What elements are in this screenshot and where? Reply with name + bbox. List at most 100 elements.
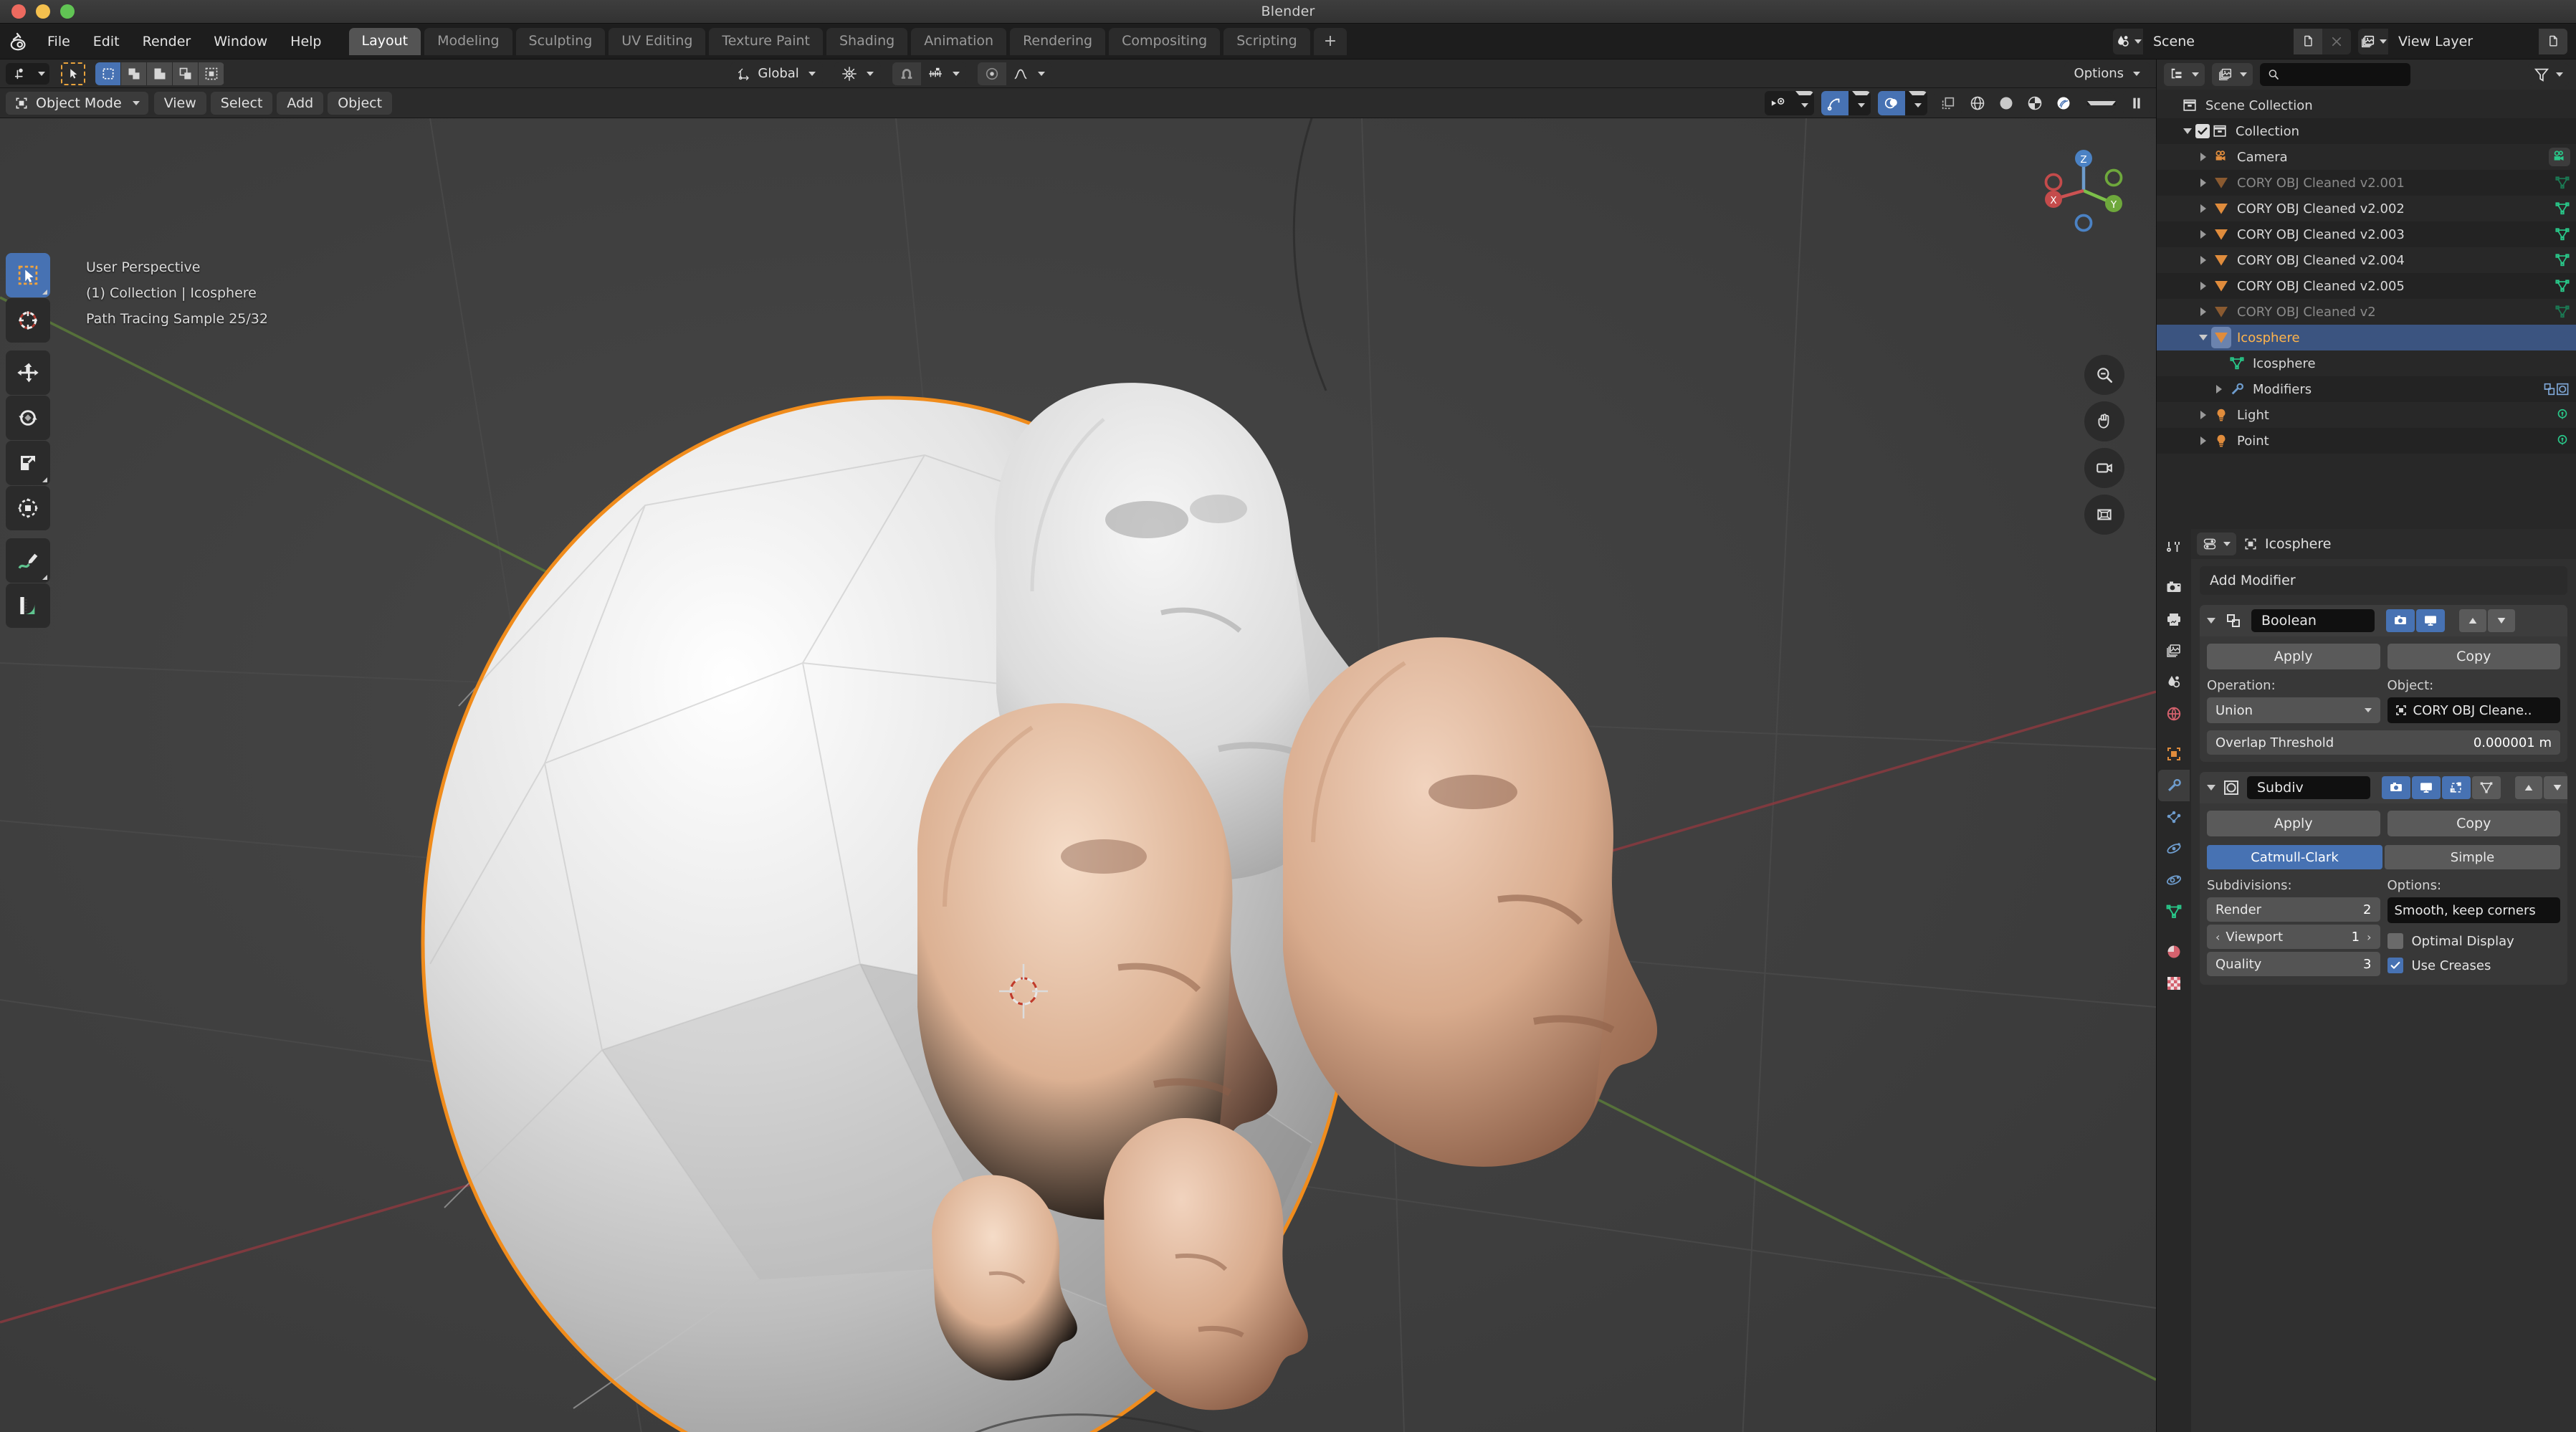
editor-type-selector[interactable] <box>6 62 49 85</box>
decrement-icon[interactable]: ‹ <box>2215 930 2220 944</box>
outliner-row[interactable]: Point <box>2157 428 2576 454</box>
outliner-row[interactable]: CORY OBJ Cleaned v2.004 <box>2157 247 2576 273</box>
outliner-filter-button[interactable] <box>2528 63 2569 86</box>
menu-file[interactable]: File <box>36 29 82 54</box>
outliner-row[interactable]: Icosphere <box>2157 350 2576 376</box>
expand-icon[interactable] <box>2195 204 2211 213</box>
simple-option[interactable]: Simple <box>2385 845 2560 869</box>
optimal-display-row[interactable]: Optimal Display <box>2387 929 2561 953</box>
mesh-data-icon[interactable] <box>2554 252 2570 268</box>
object-visibility-selector[interactable] <box>1765 90 1814 115</box>
subtract-select-mode-icon[interactable] <box>147 62 173 85</box>
solid-shading-icon[interactable] <box>1998 95 2026 112</box>
outliner-row-selected[interactable]: Icosphere <box>2157 325 2576 350</box>
toggle-perspective-icon[interactable] <box>2084 495 2124 535</box>
workspace-tab-layout[interactable]: Layout <box>348 27 421 55</box>
properties-tab-physics-properties[interactable] <box>2158 833 2190 864</box>
workspace-tab-shading[interactable]: Shading <box>826 27 908 55</box>
shading-mode-group[interactable] <box>1969 90 2116 115</box>
chevron-down-icon[interactable] <box>1852 90 1871 115</box>
properties-tab-tool-properties[interactable] <box>2158 532 2190 563</box>
rendered-shading-icon[interactable] <box>2055 95 2084 112</box>
workspace-tab-modeling[interactable]: Modeling <box>424 27 512 55</box>
snap-to-selector[interactable] <box>920 62 966 85</box>
3d-viewport[interactable]: User Perspective (1) Collection | Icosph… <box>0 118 2156 1432</box>
expand-icon[interactable] <box>2195 282 2211 290</box>
pause-render-icon[interactable] <box>2123 91 2150 115</box>
collapse-icon[interactable] <box>2195 335 2211 340</box>
zoom-icon[interactable] <box>2084 355 2124 395</box>
properties-tab-object-data-properties[interactable] <box>2158 896 2190 927</box>
outliner-row[interactable]: Light <box>2157 402 2576 428</box>
expand-icon[interactable] <box>2207 618 2215 624</box>
expand-icon[interactable] <box>2195 230 2211 239</box>
transform-orientation-selector[interactable]: Global <box>730 62 823 85</box>
move-modifier-down-button[interactable] <box>2544 776 2567 799</box>
workspace-tab-animation[interactable]: Animation <box>911 27 1007 55</box>
intersect-select-mode-icon[interactable] <box>199 62 224 85</box>
properties-tab-modifier-properties[interactable] <box>2158 770 2190 801</box>
apply-modifier-button[interactable]: Apply <box>2207 811 2380 836</box>
quality-field[interactable]: Quality 3 <box>2207 952 2380 976</box>
menu-window[interactable]: Window <box>202 29 279 54</box>
scene-name[interactable]: Scene <box>2143 28 2294 54</box>
proportional-editing-icon[interactable] <box>977 62 1006 85</box>
properties-tab-particles-properties[interactable] <box>2158 801 2190 833</box>
pivot-point-selector[interactable] <box>834 62 881 85</box>
workspace-tab-sculpting[interactable]: Sculpting <box>515 27 606 55</box>
blender-logo-icon[interactable] <box>7 29 32 54</box>
properties-tab-world-properties[interactable] <box>2158 698 2190 730</box>
snap-magnet-icon[interactable] <box>892 62 921 85</box>
copy-modifier-button[interactable]: Copy <box>2387 644 2560 669</box>
navigation-gizmo[interactable]: Z Y X <box>2030 137 2137 244</box>
viewport-toggle-icon[interactable] <box>2416 609 2445 632</box>
expand-icon[interactable] <box>2207 785 2215 791</box>
viewport-menu-object[interactable]: Object <box>328 91 393 115</box>
optimal-display-checkbox[interactable] <box>2387 933 2403 949</box>
increment-icon[interactable]: › <box>2367 930 2371 944</box>
active-tool-icon[interactable] <box>61 62 85 85</box>
viewport-menu-add[interactable]: Add <box>277 91 324 115</box>
scene-selector[interactable]: Scene <box>2113 28 2351 54</box>
expand-icon[interactable] <box>2195 153 2211 161</box>
outliner-filter-view-layer-selector[interactable] <box>2212 63 2253 86</box>
measure-tool-icon[interactable] <box>6 583 50 628</box>
view-layer-name[interactable]: View Layer <box>2388 28 2539 54</box>
expand-icon[interactable] <box>2195 436 2211 445</box>
show-overlays-icon[interactable] <box>1878 90 1905 115</box>
mesh-data-icon[interactable] <box>2554 278 2570 294</box>
chevron-down-icon[interactable] <box>1795 90 1814 115</box>
move-tool-icon[interactable] <box>6 350 50 395</box>
on-cage-toggle-icon[interactable] <box>2472 776 2501 799</box>
menu-help[interactable]: Help <box>279 29 333 54</box>
pan-icon[interactable] <box>2084 401 2124 441</box>
viewport-menu-select[interactable]: Select <box>210 91 273 115</box>
viewport-toggle-icon[interactable] <box>2412 776 2441 799</box>
unlink-scene-icon[interactable] <box>2322 28 2351 54</box>
viewport-subdivisions-field[interactable]: ‹ Viewport 1 › <box>2207 925 2380 949</box>
outliner-tree[interactable]: Scene Collection Collection Camera CORY OBJ… <box>2157 90 2576 529</box>
wireframe-shading-icon[interactable] <box>1969 95 1998 112</box>
mesh-data-icon[interactable] <box>2554 201 2570 216</box>
add-workspace-button[interactable]: + <box>1313 27 1347 55</box>
mesh-data-icon[interactable] <box>2554 304 2570 320</box>
use-creases-row[interactable]: Use Creases <box>2387 953 2561 978</box>
pause-render-button[interactable] <box>2123 90 2150 115</box>
outliner-row[interactable]: CORY OBJ Cleaned v2.002 <box>2157 196 2576 221</box>
outliner-row[interactable]: CORY OBJ Cleaned v2.003 <box>2157 221 2576 247</box>
edit-mode-toggle-icon[interactable] <box>2442 776 2471 799</box>
move-modifier-down-button[interactable] <box>2488 609 2515 632</box>
camera-view-icon[interactable] <box>2084 448 2124 488</box>
tweak-tool-icon[interactable] <box>6 253 50 297</box>
properties-tab-output-properties[interactable] <box>2158 603 2190 635</box>
use-creases-checkbox[interactable] <box>2387 958 2403 973</box>
cursor-tool-icon[interactable] <box>6 298 50 343</box>
properties-tab-object-properties[interactable] <box>2158 738 2190 770</box>
properties-tab-material-properties[interactable] <box>2158 936 2190 968</box>
operation-dropdown[interactable]: Union <box>2207 697 2380 723</box>
overlap-threshold-field[interactable]: Overlap Threshold 0.000001 m <box>2207 730 2560 755</box>
annotate-tool-icon[interactable] <box>6 538 50 583</box>
select-mode-group[interactable] <box>95 62 224 85</box>
outliner-row[interactable]: Modifiers <box>2157 376 2576 402</box>
expand-icon[interactable] <box>2211 385 2227 393</box>
